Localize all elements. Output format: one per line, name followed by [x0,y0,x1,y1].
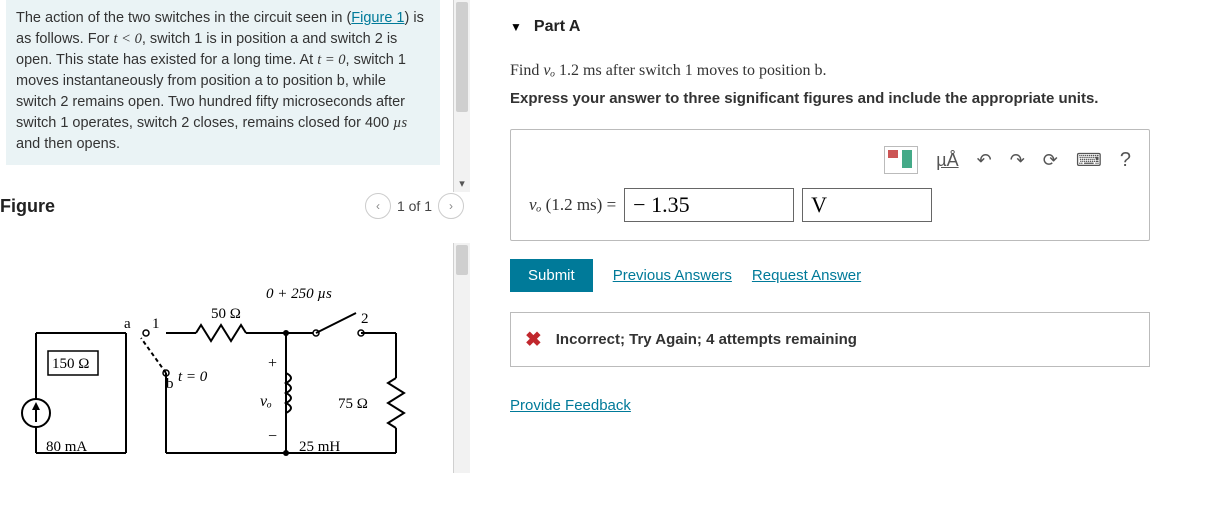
value-input[interactable] [624,188,794,222]
svg-text:150 Ω: 150 Ω [52,356,89,372]
left-scrollbar[interactable]: ▾ [453,0,470,192]
scrollbar-thumb[interactable] [456,2,468,112]
incorrect-icon: ✖ [525,327,542,352]
help-icon[interactable]: ? [1120,149,1131,172]
svg-text:t = 0: t = 0 [178,369,208,385]
answer-box: µÅ ↶ ↷ ⟳ ⌨ ? vₒ (1.2 ms) = [510,129,1150,241]
svg-text:75 Ω: 75 Ω [338,396,368,412]
provide-feedback-link[interactable]: Provide Feedback [510,397,631,414]
pager-next-button[interactable]: › [438,193,464,219]
figure-scrollbar[interactable] [453,243,470,473]
svg-text:vₒ: vₒ [260,393,272,410]
feedback-text: Incorrect; Try Again; 4 attempts remaini… [556,331,857,348]
svg-text:0 + 250 µs: 0 + 250 µs [266,286,332,302]
svg-text:80 mA: 80 mA [46,439,87,455]
part-title: Part A [534,18,581,36]
svg-text:25 mH: 25 mH [299,439,340,455]
figure-scroll-thumb[interactable] [456,245,468,275]
feedback-box: ✖ Incorrect; Try Again; 4 attempts remai… [510,312,1150,367]
unit-input[interactable] [802,188,932,222]
figure-pager: ‹ 1 of 1 › [365,193,464,219]
svg-text:b: b [166,376,174,392]
template-picker-icon[interactable] [884,146,918,174]
undo-icon[interactable]: ↶ [977,150,992,171]
figure-title: Figure [0,196,55,217]
problem-text: The action of the two switches in the ci… [6,0,440,165]
svg-text:a: a [124,316,131,332]
figure-link[interactable]: Figure 1 [351,10,404,26]
answer-instructions: Express your answer to three significant… [510,90,1230,107]
units-button[interactable]: µÅ [936,150,958,171]
svg-text:50 Ω: 50 Ω [211,306,241,322]
collapse-caret-icon[interactable]: ▼ [510,20,522,34]
keyboard-icon[interactable]: ⌨ [1076,150,1102,171]
pager-label: 1 of 1 [397,198,432,214]
svg-text:+: + [268,355,277,372]
pager-prev-button[interactable]: ‹ [365,193,391,219]
reset-icon[interactable]: ⟳ [1043,150,1058,171]
scroll-down-icon[interactable]: ▾ [454,176,470,192]
previous-answers-link[interactable]: Previous Answers [613,267,732,284]
answer-label: vₒ (1.2 ms) = [529,195,616,215]
svg-text:−: − [268,428,277,445]
submit-button[interactable]: Submit [510,259,593,292]
svg-text:2: 2 [361,311,369,327]
question-prompt: Find vₒ 1.2 ms after switch 1 moves to p… [510,62,1230,80]
circuit-diagram: 150 Ω 80 mA a 1 b t = 0 50 Ω [16,273,416,473]
request-answer-link[interactable]: Request Answer [752,267,861,284]
redo-icon[interactable]: ↷ [1010,150,1025,171]
svg-text:1: 1 [152,316,160,332]
